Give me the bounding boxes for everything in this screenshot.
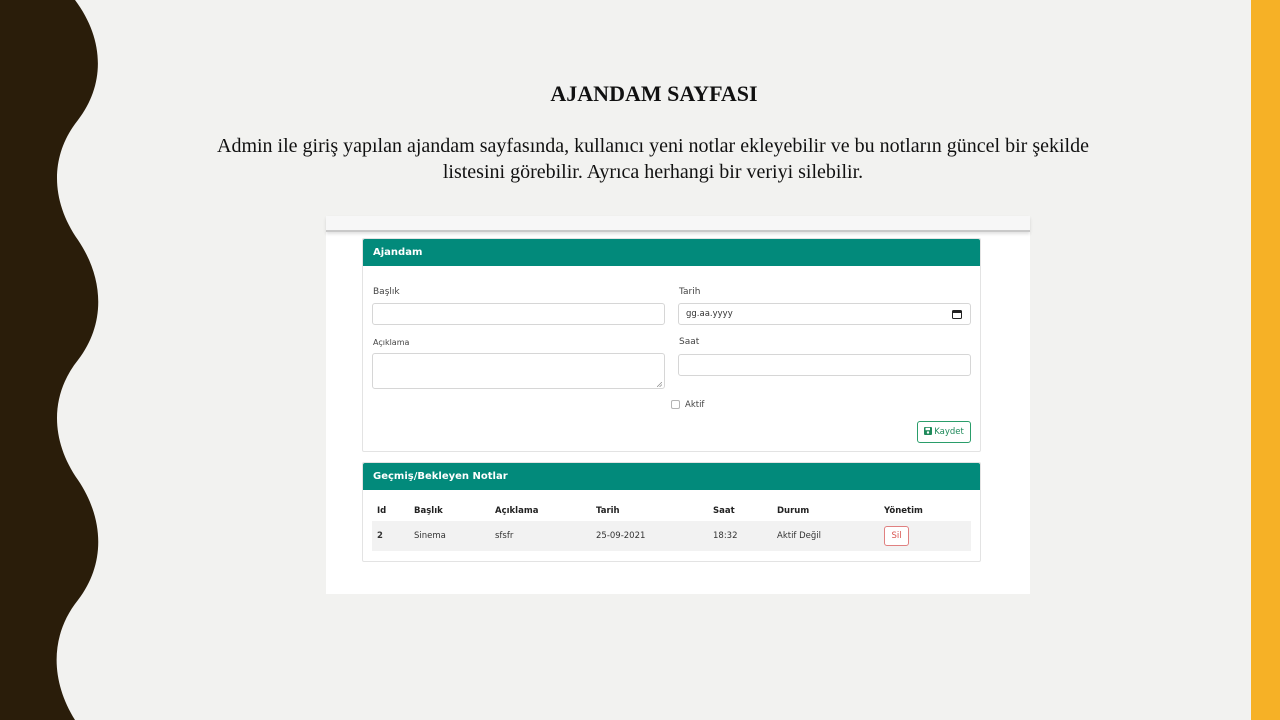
wavy-left-border	[0, 0, 99, 720]
tarih-input[interactable]: gg.aa.yyyy	[678, 303, 971, 325]
cell-yonetim: Sil	[879, 521, 971, 551]
slide-description: Admin ile giriş yapılan ajandam sayfasın…	[217, 135, 1089, 183]
cell-tarih: 25-09-2021	[591, 521, 708, 551]
save-button-label: Kaydet	[934, 427, 964, 437]
cell-id: 2	[372, 521, 409, 551]
col-aciklama: Açıklama	[495, 506, 539, 516]
tarih-label: Tarih	[679, 287, 701, 297]
agenda-form-header: Ajandam	[363, 239, 980, 266]
tarih-placeholder: gg.aa.yyyy	[686, 309, 733, 319]
cell-aciklama: sfsfr	[490, 521, 591, 551]
resize-grip-icon[interactable]	[657, 382, 662, 387]
save-button[interactable]: Kaydet	[917, 421, 971, 443]
saat-label: Saat	[679, 337, 700, 347]
cell-baslik: Sinema	[409, 521, 490, 551]
col-tarih: Tarih	[596, 506, 620, 516]
browser-topbar	[326, 216, 1030, 232]
table-row: 2 Sinema sfsfr 25-09-2021 18:32 Aktif De…	[372, 521, 971, 551]
right-accent-band	[1251, 0, 1280, 720]
delete-button[interactable]: Sil	[884, 526, 909, 546]
notes-header: Geçmiş/Bekleyen Notlar	[363, 463, 980, 490]
cell-saat: 18:32	[708, 521, 772, 551]
notes-table-header-row: Id Başlık Açıklama Tarih Saat Durum Yöne…	[372, 501, 971, 521]
col-saat: Saat	[713, 506, 735, 516]
baslik-input[interactable]	[372, 303, 665, 325]
calendar-icon[interactable]	[952, 309, 962, 319]
aktif-label: Aktif	[685, 400, 705, 410]
slide-title: AJANDAM SAYFASI	[550, 81, 758, 106]
baslik-label: Başlık	[373, 287, 400, 297]
aciklama-textarea[interactable]	[372, 353, 665, 389]
notes-table: Id Başlık Açıklama Tarih Saat Durum Yöne…	[372, 501, 971, 551]
floppy-disk-icon	[924, 426, 933, 435]
notes-card: Geçmiş/Bekleyen Notlar Id Başlık Açıklam…	[362, 462, 981, 562]
col-yonetim: Yönetim	[884, 506, 923, 516]
saat-input[interactable]	[678, 354, 971, 376]
app-screenshot: Ajandam Başlık Tarih gg.aa.yyyy Açıklama…	[326, 216, 1030, 594]
agenda-form-card: Ajandam Başlık Tarih gg.aa.yyyy Açıklama…	[362, 238, 981, 452]
aktif-checkbox[interactable]	[671, 400, 680, 409]
col-baslik: Başlık	[414, 506, 443, 516]
aciklama-label: Açıklama	[373, 338, 410, 347]
col-id: Id	[377, 506, 387, 516]
col-durum: Durum	[777, 506, 810, 516]
cell-durum: Aktif Değil	[772, 521, 879, 551]
